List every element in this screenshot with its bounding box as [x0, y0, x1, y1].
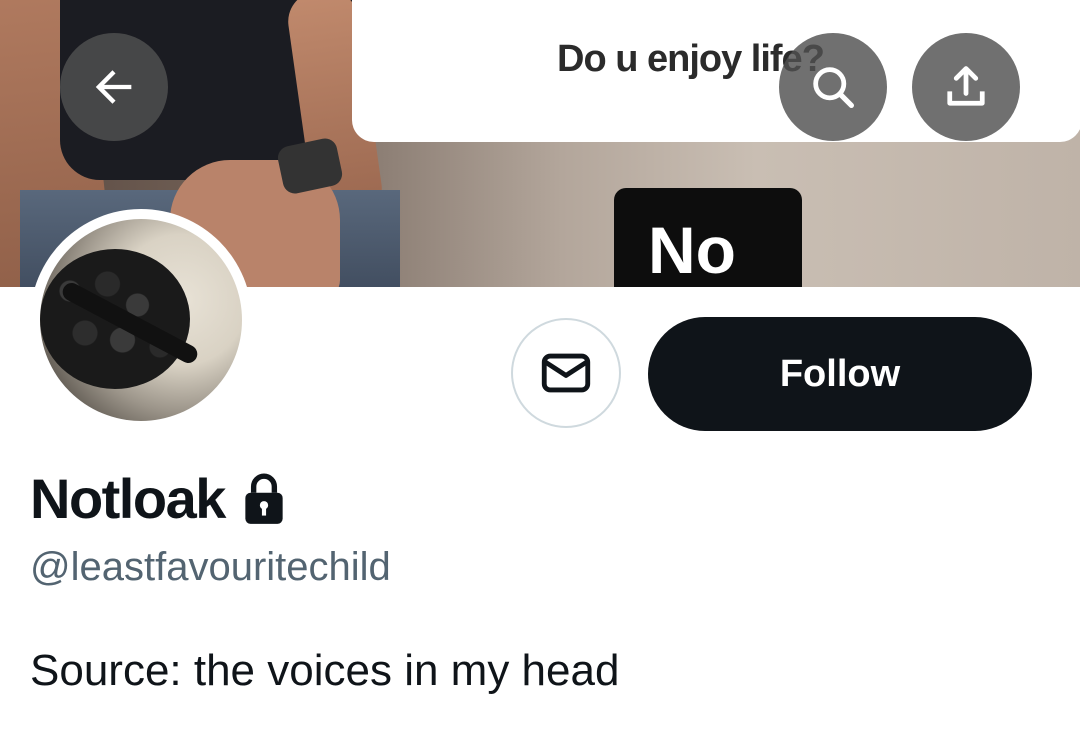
message-button[interactable] [511, 318, 621, 428]
share-icon [947, 66, 985, 106]
avatar[interactable] [30, 209, 252, 431]
back-button[interactable] [60, 33, 168, 141]
share-button[interactable] [912, 33, 1020, 141]
search-icon [813, 67, 855, 109]
lock-icon [245, 473, 283, 524]
search-button[interactable] [779, 33, 887, 141]
follow-button[interactable]: Follow [648, 317, 1032, 431]
display-name: Notloak [30, 467, 226, 530]
back-arrow-icon [95, 70, 132, 104]
mail-icon [541, 353, 591, 393]
banner-answer-text: No [648, 213, 736, 287]
profile-bio: Source: the voices in my head [30, 646, 620, 695]
username-handle: @leastfavouritechild [30, 545, 391, 589]
profile-name-row: Notloak [30, 466, 289, 531]
avatar-photo [40, 219, 242, 421]
